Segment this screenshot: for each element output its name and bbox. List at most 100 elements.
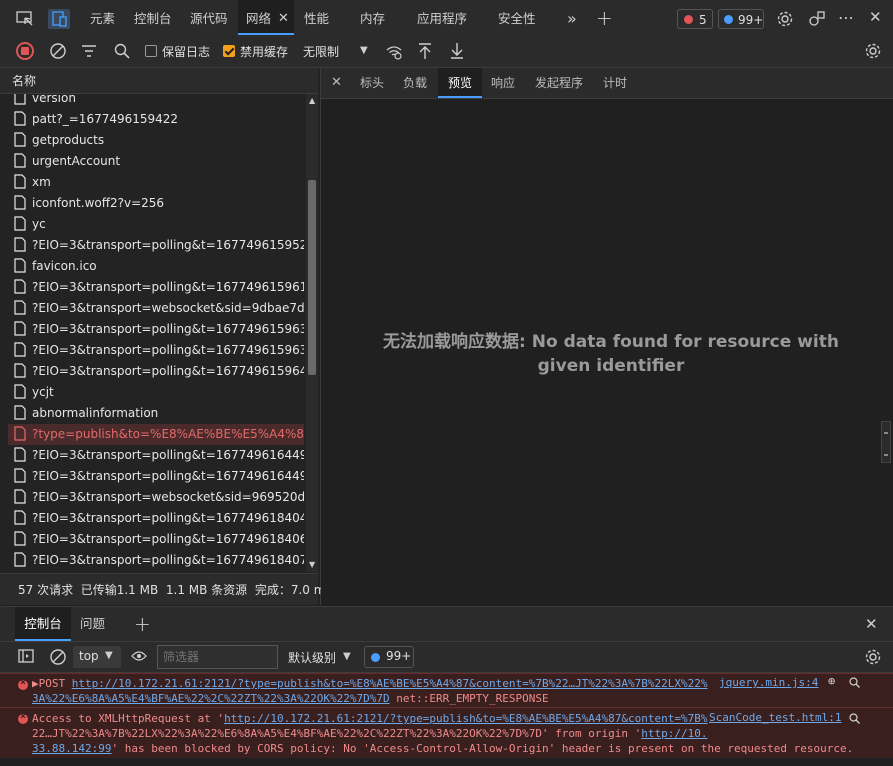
close-detail-icon[interactable]: ✕ xyxy=(331,68,342,98)
request-row[interactable]: ycjt xyxy=(8,382,304,403)
request-row[interactable]: ?EIO=3&transport=polling&t=1677496164490… xyxy=(8,445,304,466)
import-har-icon[interactable] xyxy=(417,42,433,60)
tab-network[interactable]: 网络 ✕ xyxy=(238,0,294,35)
source-link[interactable]: jquery.min.js:4 xyxy=(719,676,818,689)
disable-cache-checkbox[interactable] xyxy=(223,45,235,57)
request-row[interactable]: yc xyxy=(8,214,304,235)
export-har-icon[interactable] xyxy=(449,42,465,60)
search-icon[interactable] xyxy=(849,677,860,688)
console-cors-error-message: Access to XMLHttpRequest at 'http://10.1… xyxy=(0,707,893,758)
document-file-icon xyxy=(14,405,26,420)
resource-size: 1.1 MB 条资源 xyxy=(165,583,248,597)
request-row[interactable]: ?EIO=3&transport=polling&t=1677496164496… xyxy=(8,466,304,487)
document-file-icon xyxy=(14,174,26,189)
request-row[interactable]: abnormalinformation xyxy=(8,403,304,424)
clear-icon[interactable] xyxy=(49,42,67,60)
device-emulation-icon[interactable] xyxy=(48,9,70,29)
filter-icon[interactable] xyxy=(81,44,97,58)
tab-preview[interactable]: 预览 xyxy=(438,68,482,98)
network-conditions-icon[interactable] xyxy=(385,43,403,61)
origin-url-link[interactable]: 33.88.142:99 xyxy=(32,742,111,755)
add-drawer-tab-icon[interactable]: + xyxy=(134,607,151,641)
console-filter-input[interactable] xyxy=(157,645,278,669)
request-row[interactable]: patt?_=1677496159422 xyxy=(8,109,304,130)
disable-cache-label: 禁用缓存 xyxy=(240,45,289,59)
close-devtools-icon[interactable]: ✕ xyxy=(869,8,882,26)
request-row[interactable]: getproducts xyxy=(8,130,304,151)
request-row[interactable]: urgentAccount xyxy=(8,151,304,172)
request-url-link[interactable]: http://10.172.21.61:2121/?type=publish&t… xyxy=(72,677,708,690)
request-row[interactable]: favicon.ico xyxy=(8,256,304,277)
add-tab-icon[interactable]: + xyxy=(596,0,613,37)
search-icon[interactable] xyxy=(849,713,860,724)
request-url-link[interactable]: 3A%22%E6%8A%A5%E4%BF%AE%22%2C%22ZT%22%3A… xyxy=(32,692,390,705)
scroll-down-icon[interactable]: ▼ xyxy=(309,560,315,569)
console-message-badge[interactable]: 99+ xyxy=(364,646,414,668)
request-row[interactable]: ?EIO=3&transport=polling&t=1677496159644… xyxy=(8,361,304,382)
drawer-tab-console[interactable]: 控制台 xyxy=(15,607,71,641)
settings-gear-icon[interactable] xyxy=(776,10,794,28)
request-row[interactable]: ?EIO=3&transport=polling&t=1677496184077… xyxy=(8,550,304,571)
tab-memory[interactable]: 内存 xyxy=(360,0,385,37)
network-settings-gear-icon[interactable] xyxy=(864,42,882,60)
error-count-badge[interactable]: 5 xyxy=(677,9,713,29)
tab-application[interactable]: 应用程序 xyxy=(417,0,467,37)
search-icon[interactable] xyxy=(114,43,130,59)
request-row[interactable]: ?EIO=3&transport=polling&t=1677496159631… xyxy=(8,319,304,340)
drawer-tab-issues[interactable]: 问题 xyxy=(80,607,105,641)
source-link[interactable]: ScanCode_test.html:1 xyxy=(709,711,841,724)
console-settings-gear-icon[interactable] xyxy=(864,648,882,666)
chevron-down-icon[interactable]: ▼ xyxy=(343,651,351,662)
message-line: 33.88.142:99' has been blocked by CORS p… xyxy=(32,741,853,756)
post-prefix[interactable]: ▶POST xyxy=(32,677,72,690)
request-row[interactable]: ?EIO=3&transport=polling&t=1677496159613… xyxy=(8,277,304,298)
error-text: Access to XMLHttpRequest at ' xyxy=(32,712,225,725)
tab-headers[interactable]: 标头 xyxy=(360,68,384,98)
tab-timing[interactable]: 计时 xyxy=(603,68,627,98)
request-row[interactable]: iconfont.woff2?v=256 xyxy=(8,193,304,214)
record-stop-icon[interactable] xyxy=(16,42,34,60)
more-tabs-icon[interactable]: » xyxy=(567,0,577,37)
scroll-up-icon[interactable]: ▲ xyxy=(309,96,315,105)
network-request-icon[interactable]: ⊕ xyxy=(828,674,835,688)
request-row[interactable]: ?EIO=3&transport=websocket&sid=969520d92… xyxy=(8,487,304,508)
more-options-icon[interactable]: ⋯ xyxy=(838,8,855,27)
inspect-element-icon[interactable] xyxy=(16,11,34,27)
tab-sources[interactable]: 源代码 xyxy=(190,0,228,37)
preserve-log-checkbox[interactable] xyxy=(145,45,157,57)
request-row[interactable]: ?type=publish&to=%E8%AE%BE%E5%A4%87&cont xyxy=(8,424,304,445)
request-row[interactable]: ?EIO=3&transport=polling&t=1677496184042… xyxy=(8,508,304,529)
name-column-header[interactable]: 名称 xyxy=(0,68,318,94)
scrollbar-thumb[interactable] xyxy=(308,180,316,375)
request-row[interactable]: ?EIO=3&transport=websocket&sid=9dbae7d72… xyxy=(8,298,304,319)
tab-response[interactable]: 响应 xyxy=(491,68,515,98)
request-list-scrollbar[interactable]: ▲ ▼ xyxy=(306,94,318,572)
tab-initiator[interactable]: 发起程序 xyxy=(535,68,583,98)
tab-elements[interactable]: 元素 xyxy=(90,0,115,37)
log-level-select[interactable]: 默认级别 xyxy=(288,649,336,666)
request-row[interactable]: xm xyxy=(8,172,304,193)
resize-handle[interactable] xyxy=(881,421,891,463)
throttling-select[interactable]: 无限制 xyxy=(303,37,339,67)
request-row[interactable]: ?EIO=3&transport=polling&t=1677496184069… xyxy=(8,529,304,550)
request-name: ?EIO=3&transport=polling&t=1677496159613… xyxy=(32,280,304,294)
tab-performance[interactable]: 性能 xyxy=(304,0,329,37)
clear-console-icon[interactable] xyxy=(49,648,67,666)
customize-icon[interactable] xyxy=(808,10,826,28)
show-sidebar-icon[interactable] xyxy=(18,649,34,663)
origin-url-link[interactable]: http://10. xyxy=(641,727,707,740)
live-expression-eye-icon[interactable] xyxy=(131,650,147,662)
tab-payload[interactable]: 负载 xyxy=(403,68,427,98)
devtools-tab-bar: 元素 控制台 源代码 网络 ✕ 性能 内存 应用程序 安全性 » + 5 99+… xyxy=(0,0,893,38)
message-count-badge[interactable]: 99+ xyxy=(718,9,764,29)
tab-security[interactable]: 安全性 xyxy=(498,0,536,37)
close-tab-icon[interactable]: ✕ xyxy=(278,0,289,37)
context-selector[interactable]: top ▼ xyxy=(73,646,121,668)
request-row[interactable]: ?EIO=3&transport=polling&t=1677496159631… xyxy=(8,340,304,361)
close-drawer-icon[interactable]: ✕ xyxy=(865,607,878,641)
request-url-link[interactable]: http://10.172.21.61:2121/?type=publish&t… xyxy=(224,712,707,725)
chevron-down-icon[interactable]: ▼ xyxy=(360,45,368,56)
error-icon xyxy=(18,711,28,724)
tab-console[interactable]: 控制台 xyxy=(134,0,172,37)
request-row[interactable]: ?EIO=3&transport=polling&t=1677496159525… xyxy=(8,235,304,256)
